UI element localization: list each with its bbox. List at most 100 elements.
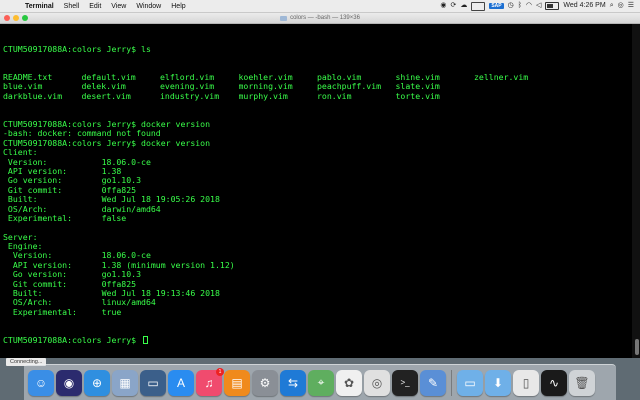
dock-glyph: ▯ <box>522 375 530 390</box>
ls-entry: zellner.vim <box>474 73 529 83</box>
clock[interactable]: Wed 4:26 PM <box>563 1 605 11</box>
screen-sharing-icon[interactable]: ▭ <box>140 369 166 396</box>
search-icon[interactable]: ⌕ <box>610 1 614 11</box>
terminal-line: CTUM50917088A:colors Jerry$ docker versi… <box>3 137 211 148</box>
dock-glyph: ▦ <box>119 375 131 390</box>
dock-glyph: ▭ <box>147 375 159 390</box>
ls-entry: murphy.vim <box>238 91 288 101</box>
music-icon[interactable]: ♫ 1 <box>196 367 224 396</box>
window-title: colors — -bash — 139×36 <box>290 15 360 21</box>
menu-edit[interactable]: Edit <box>84 3 106 10</box>
terminal-window: colors — -bash — 139×36 CTUM50917088A:co… <box>0 13 640 361</box>
prompt-text: CTUM50917088A:colors Jerry$ <box>3 335 142 346</box>
dock: ☺ ◉ ⊕ ▦ ▭ A ♫ 1 ▤ ⚙ ⇆ ⌖ ✿ ◎ >_ ✎ ▭ ⬇ ▯ ∿ 🗑 <box>24 364 616 400</box>
volume-icon[interactable]: ◁ <box>536 1 541 11</box>
ls-entry: slate.vim <box>395 82 440 92</box>
terminal-prompt[interactable]: CTUM50917088A:colors Jerry$ <box>3 335 629 346</box>
activity-monitor-icon[interactable]: ∿ <box>541 369 567 396</box>
zoom-window-button[interactable] <box>22 15 28 21</box>
ls-output-row: README.txt default.vim elflord.vim koehler.… <box>3 73 629 82</box>
books-icon[interactable]: ▤ <box>224 369 250 396</box>
downloads-folder-icon[interactable]: ⬇ <box>485 369 511 396</box>
ls-entry: desert.vim <box>81 91 131 101</box>
menu-window[interactable]: Window <box>131 3 166 10</box>
ls-entry: README.txt <box>3 73 53 83</box>
dock-glyph: >_ <box>400 378 410 387</box>
scrollbar-thumb[interactable] <box>635 339 639 355</box>
dock-separator <box>451 369 452 396</box>
ls-entry: default.vim <box>81 73 136 83</box>
system-preferences-icon[interactable]: ⚙ <box>252 369 278 396</box>
preview-icon[interactable]: ▦ <box>112 369 138 396</box>
ls-entry: delek.vim <box>81 82 126 92</box>
safari-icon[interactable]: ⊕ <box>84 369 110 396</box>
ls-output-row: blue.vim delek.vim evening.vim morning.vim p… <box>3 82 629 91</box>
terminal-icon[interactable]: >_ <box>392 369 418 396</box>
teamviewer-icon[interactable]: ⇆ <box>280 369 306 396</box>
terminal-line: Experimental: true <box>3 306 122 317</box>
ls-entry: peachpuff.vim <box>317 82 382 92</box>
time-machine-icon[interactable]: ◷ <box>508 1 514 11</box>
dock-glyph: ⊕ <box>91 375 103 390</box>
ls-entry: morning.vim <box>238 82 293 92</box>
dock-glyph: ▭ <box>464 375 476 390</box>
ls-entry: pablo.vim <box>317 73 362 83</box>
ls-entry: blue.vim <box>3 82 43 92</box>
maps-icon[interactable]: ⌖ <box>308 369 334 396</box>
notification-status-icon[interactable]: ◉ <box>440 1 446 11</box>
sublime-icon[interactable]: ✎ <box>420 369 446 396</box>
dock-glyph: ✎ <box>427 375 439 390</box>
dock-glyph: ⚙ <box>259 375 271 390</box>
menu-bar: Terminal Shell Edit View Window Help ◉ ⟳… <box>0 0 640 13</box>
terminal-line: CTUM50917088A:colors Jerry$ ls <box>3 43 151 54</box>
siri-menu-icon[interactable]: ◎ <box>618 1 624 11</box>
ls-entry: shine.vim <box>395 73 440 83</box>
chrome-icon[interactable]: ◎ <box>364 369 390 396</box>
wifi-icon[interactable]: ◠ <box>526 1 532 11</box>
dock-glyph: ◉ <box>63 375 75 390</box>
menu-view[interactable]: View <box>106 3 131 10</box>
window-titlebar[interactable]: colors — -bash — 139×36 <box>0 13 640 24</box>
menu-help[interactable]: Help <box>166 3 190 10</box>
menu-app-name[interactable]: Terminal <box>20 3 59 10</box>
dock-glyph: ▤ <box>231 375 243 390</box>
ls-output-row: darkblue.vim desert.vim industry.vim murphy… <box>3 92 629 101</box>
battery-icon[interactable] <box>545 2 560 10</box>
dock-glyph: ∿ <box>548 375 560 390</box>
dock-glyph: 🗑 <box>574 375 590 390</box>
siri-icon[interactable]: ◉ <box>56 369 82 396</box>
ls-entry: koehler.vim <box>238 73 293 83</box>
app-store-icon[interactable]: A <box>168 369 194 396</box>
ls-entry <box>474 92 553 101</box>
dock-glyph: ☺ <box>34 375 48 390</box>
trash-icon[interactable]: 🗑 <box>569 369 595 396</box>
finder-icon[interactable]: ☺ <box>28 369 54 396</box>
ls-entry: ron.vim <box>317 91 352 101</box>
dock-glyph: ⌖ <box>317 375 325 389</box>
bluetooth-icon[interactable]: ᛒ <box>518 1 522 11</box>
ls-entry: darkblue.vim <box>3 91 63 101</box>
dock-glyph: ⇆ <box>287 375 299 390</box>
terminal-cursor <box>143 336 149 345</box>
ls-entry: industry.vim <box>160 91 220 101</box>
ls-entry: evening.vim <box>160 82 215 92</box>
ls-entry: torte.vim <box>395 91 440 101</box>
cloud-status-icon[interactable]: ☁ <box>460 1 467 11</box>
terminal-output[interactable]: CTUM50917088A:colors Jerry$ ls README.tx… <box>0 24 632 361</box>
sync-status-icon[interactable]: ⟳ <box>450 1 456 11</box>
document-icon[interactable]: ▯ <box>513 369 539 396</box>
dock-glyph: ♫ <box>204 375 214 390</box>
notification-center-icon[interactable]: ☰ <box>628 1 634 11</box>
dock-glyph: A <box>176 375 185 390</box>
applications-folder-icon[interactable]: ▭ <box>457 369 483 396</box>
minimize-window-button[interactable] <box>13 15 19 21</box>
photos-icon[interactable]: ✿ <box>336 369 362 396</box>
close-window-button[interactable] <box>4 15 10 21</box>
menu-shell[interactable]: Shell <box>59 3 85 10</box>
terminal-scrollbar[interactable] <box>632 24 640 361</box>
dock-badge: 1 <box>216 367 224 376</box>
terminal-line: Server: <box>3 231 38 242</box>
display-status-icon[interactable] <box>471 1 486 11</box>
sap-status-icon[interactable]: SAP <box>489 3 504 9</box>
